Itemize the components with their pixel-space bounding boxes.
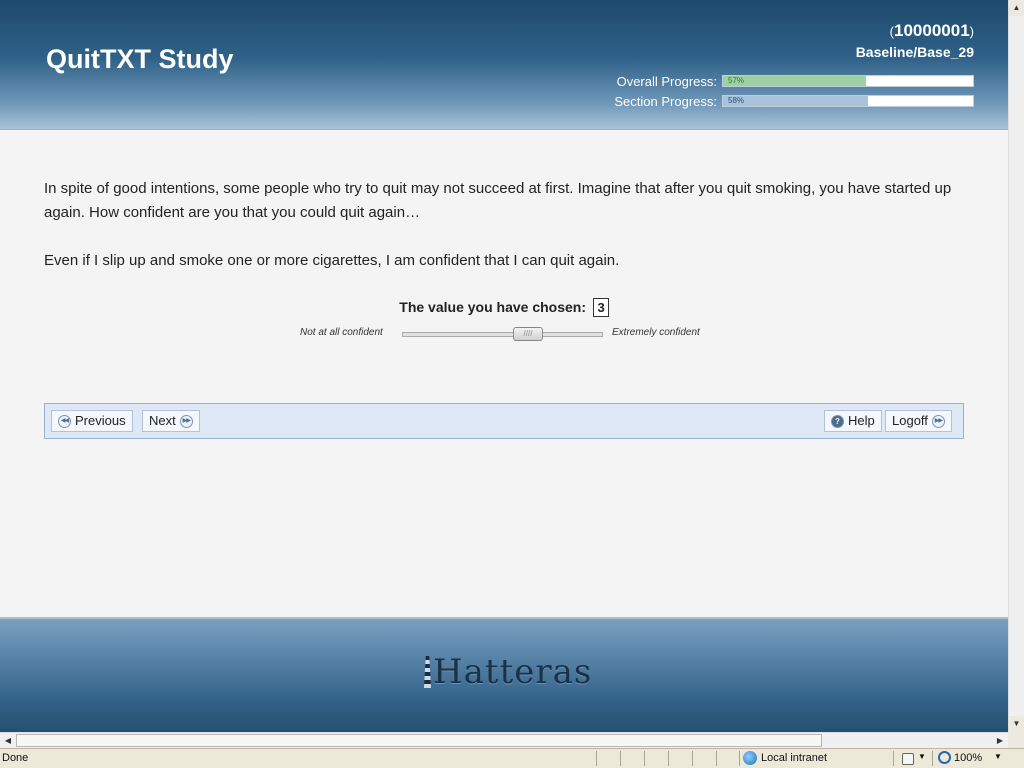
- chosen-value-label: The value you have chosen:: [399, 299, 587, 315]
- page-header: QuitTXT Study (10000001) Baseline/Base_2…: [0, 0, 1008, 130]
- section-progress-percent: 58%: [728, 96, 745, 105]
- question-statement: Even if I slip up and smoke one or more …: [44, 252, 620, 269]
- vertical-scrollbar[interactable]: ▲ ▼: [1008, 0, 1024, 732]
- navigation-bar: ◀◀ Previous Next ▶▶ ? Help Logoff ▶▶: [44, 403, 964, 439]
- globe-icon: [743, 751, 757, 765]
- zoom-level[interactable]: 100%: [938, 751, 982, 764]
- rewind-icon: ◀◀: [58, 414, 71, 428]
- fast-forward-icon: ▶▶: [931, 414, 945, 428]
- scroll-left-arrow-icon[interactable]: ◀: [0, 733, 16, 748]
- overall-progress-bar: 57%: [722, 75, 974, 87]
- status-text: Done: [2, 752, 29, 764]
- security-zone-label: Local intranet: [761, 752, 828, 764]
- status-divider: [644, 751, 645, 766]
- previous-button[interactable]: ◀◀ Previous: [51, 410, 133, 432]
- horizontal-scrollbar[interactable]: ◀ ▶: [0, 732, 1008, 748]
- section-progress-label: Section Progress:: [614, 93, 717, 109]
- participant-id: (10000001): [890, 21, 974, 41]
- section-progress-bar: 58%: [722, 95, 974, 107]
- question-intro: In spite of good intentions, some people…: [44, 180, 952, 221]
- scrollbar-corner: [1008, 732, 1024, 748]
- protected-mode-icon[interactable]: [902, 753, 914, 765]
- next-button-label: Next: [149, 413, 176, 428]
- chosen-value-row: The value you have chosen: 3: [0, 298, 1008, 317]
- overall-progress-percent: 57%: [728, 76, 745, 85]
- status-divider: [739, 751, 740, 766]
- previous-button-label: Previous: [75, 413, 126, 428]
- slider-thumb[interactable]: ////: [513, 327, 543, 341]
- slider-min-label: Not at all confident: [300, 327, 383, 338]
- status-divider: [893, 751, 894, 766]
- fast-forward-icon: ▶▶: [179, 414, 193, 428]
- zoom-level-value: 100%: [954, 751, 983, 764]
- next-button[interactable]: Next ▶▶: [142, 410, 200, 432]
- section-progress: Section Progress: 58%: [614, 93, 974, 109]
- scroll-right-arrow-icon[interactable]: ▶: [992, 733, 1008, 748]
- status-divider: [716, 751, 717, 766]
- scroll-down-arrow-icon[interactable]: ▼: [1009, 716, 1024, 732]
- chevron-down-icon[interactable]: ▼: [918, 752, 926, 761]
- logoff-button-label: Logoff: [892, 413, 928, 428]
- scroll-up-arrow-icon[interactable]: ▲: [1009, 0, 1024, 16]
- status-divider: [620, 751, 621, 766]
- participant-id-value: 10000001: [894, 21, 970, 40]
- app-title: QuitTXT Study: [46, 44, 234, 74]
- help-button-label: Help: [848, 413, 875, 428]
- overall-progress-label: Overall Progress:: [616, 73, 717, 89]
- session-name: Baseline/Base_29: [855, 44, 974, 60]
- confidence-slider: Not at all confident //// Extremely conf…: [300, 326, 710, 342]
- overall-progress-fill: [723, 76, 866, 86]
- lighthouse-icon: [424, 656, 431, 688]
- logoff-button[interactable]: Logoff ▶▶: [885, 410, 952, 432]
- chevron-down-icon[interactable]: ▼: [994, 752, 1002, 761]
- horizontal-scroll-thumb[interactable]: [16, 734, 822, 747]
- zoom-icon: [938, 751, 951, 764]
- help-icon: ?: [831, 414, 844, 428]
- slider-max-label: Extremely confident: [612, 327, 700, 338]
- status-divider: [932, 751, 933, 766]
- section-progress-fill: [723, 96, 868, 106]
- status-divider: [668, 751, 669, 766]
- slider-track[interactable]: [402, 332, 603, 337]
- browser-status-bar: Done Local intranet ▼ 100% ▼: [0, 748, 1024, 768]
- overall-progress: Overall Progress: 57%: [616, 73, 974, 89]
- status-divider: [692, 751, 693, 766]
- help-button[interactable]: ? Help: [824, 410, 882, 432]
- chosen-value-box: 3: [593, 298, 609, 317]
- status-divider: [596, 751, 597, 766]
- brand-name: Hatteras: [433, 652, 593, 692]
- browser-viewport: QuitTXT Study (10000001) Baseline/Base_2…: [0, 0, 1008, 732]
- paren-close: ): [969, 24, 974, 39]
- page-footer: Hatteras: [0, 617, 1008, 732]
- hatteras-logo: Hatteras: [424, 652, 592, 692]
- security-zone[interactable]: Local intranet: [743, 751, 827, 765]
